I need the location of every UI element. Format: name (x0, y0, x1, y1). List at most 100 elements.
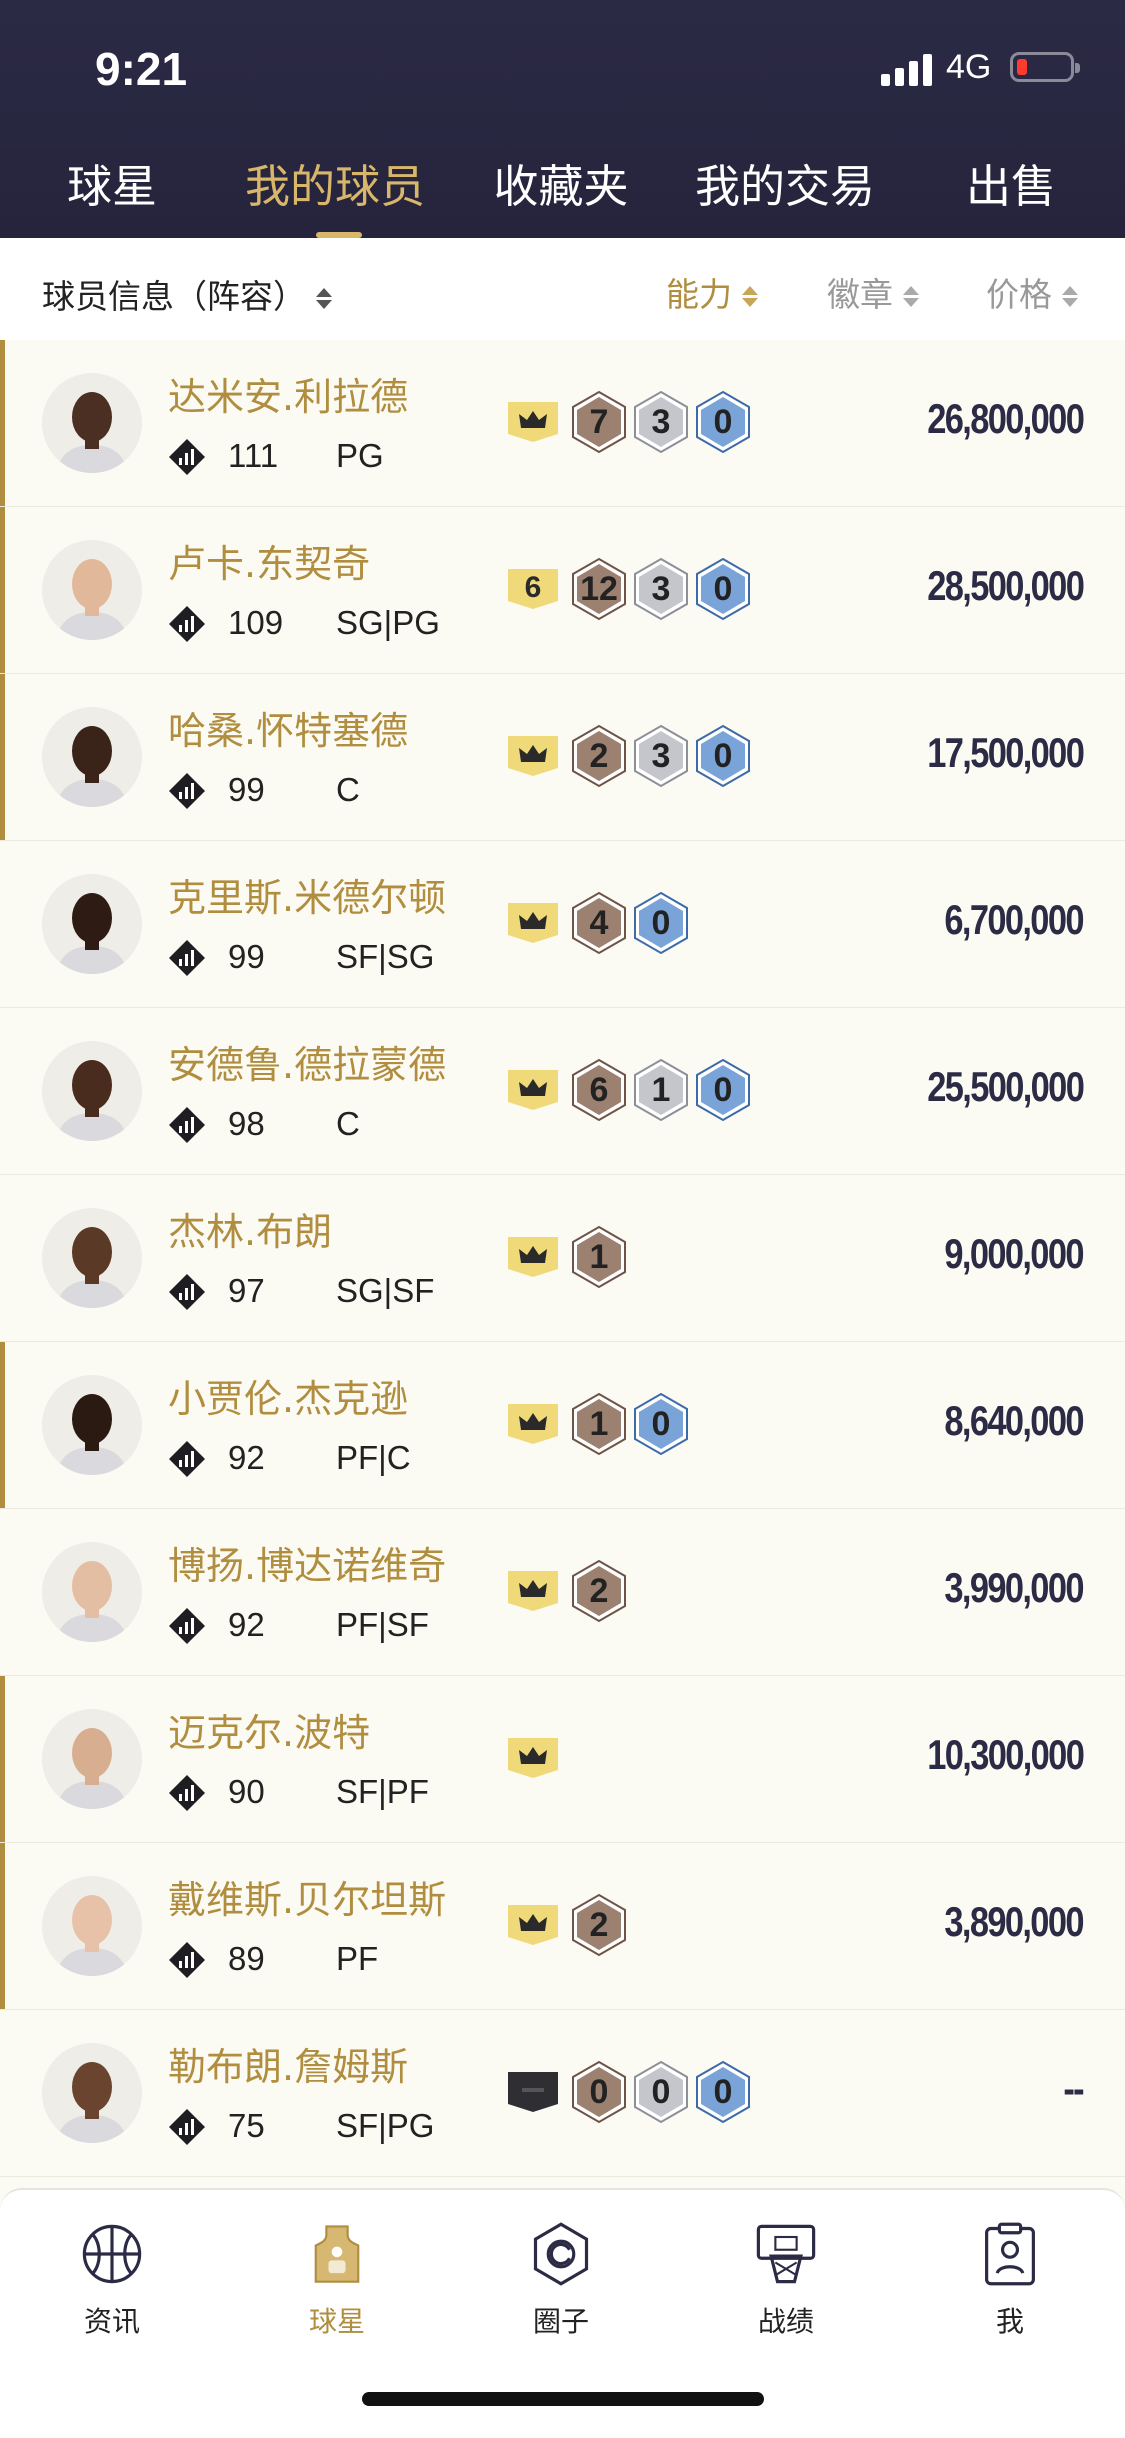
player-row[interactable]: 克里斯.米德尔顿 99 SF|SG 4 0 6,700,000 (0, 841, 1125, 1008)
player-price: 17,500,000 (927, 729, 1085, 776)
row-accent-bar (0, 1676, 5, 1842)
player-name: 迈克尔.波特 (168, 1711, 371, 1755)
player-overall: 97 (228, 1272, 265, 1309)
profile-clipboard-icon (985, 2222, 1035, 2286)
player-overall: 90 (228, 1773, 265, 1810)
player-name: 卢卡.东契奇 (168, 542, 371, 586)
tab-my-players[interactable]: 我的球员 (245, 150, 425, 230)
jersey-icon (314, 2225, 360, 2283)
player-price: 8,640,000 (944, 1397, 1085, 1444)
player-row[interactable]: 杰林.布朗 97 SG|SF 1 9,000,000 (0, 1175, 1125, 1342)
app-header: 9:21 4G 球星 我的球员 收藏夹 我的交易 出售 (0, 0, 1125, 238)
player-row[interactable]: 卢卡.东契奇 109 SG|PG 6 12 3 0 28,500,000 (0, 507, 1125, 674)
player-name: 达米安.利拉德 (168, 375, 409, 419)
badge-count: 0 (589, 2073, 609, 2111)
badge-count: 0 (713, 403, 733, 441)
sort-price[interactable]: 价格 (986, 268, 1078, 316)
crown-icon (508, 1237, 558, 1277)
badge-count: 0 (713, 570, 733, 608)
player-position: SF|PF (336, 1773, 429, 1810)
nav-circle[interactable]: 圈子 (471, 2220, 651, 2340)
basketball-icon (82, 2224, 142, 2284)
nav-me-label: 我 (995, 2305, 1024, 2338)
player-row[interactable]: 小贾伦.杰克逊 92 PF|C 1 0 8,640,000 (0, 1342, 1125, 1509)
signal-icon (881, 52, 933, 86)
player-overall: 109 (228, 604, 284, 641)
player-avatar (42, 2043, 142, 2143)
rating-icon (169, 773, 205, 809)
lineup-filter[interactable]: 球员信息（阵容） (42, 270, 332, 318)
home-indicator (362, 2392, 764, 2406)
player-row[interactable]: 戴维斯.贝尔坦斯 89 PF 2 3,890,000 (0, 1843, 1125, 2010)
player-avatar (42, 1542, 142, 1642)
player-row[interactable]: 勒布朗.詹姆斯 75 SF|PG 0 0 0 -- (0, 2010, 1125, 2177)
badge-count: 2 (589, 1906, 609, 1944)
sort-ability[interactable]: 能力 (666, 268, 758, 316)
player-row[interactable]: 迈克尔.波特 90 SF|PF 10,300,000 (0, 1676, 1125, 1843)
player-price: 25,500,000 (927, 1063, 1085, 1110)
player-avatar (42, 1876, 142, 1976)
tier-value: 6 (524, 571, 542, 604)
nav-stars[interactable]: 球星 (247, 2220, 427, 2340)
player-row[interactable]: 达米安.利拉德 111 PG 7 3 0 26,800,000 (0, 340, 1125, 507)
rating-icon (169, 1942, 205, 1978)
badge-count: 0 (713, 2073, 733, 2111)
battery-icon (1010, 52, 1080, 82)
badge-count: 2 (589, 737, 609, 775)
player-row[interactable]: 博扬.博达诺维奇 92 PF|SF 2 3,990,000 (0, 1509, 1125, 1676)
player-name: 安德鲁.德拉蒙德 (168, 1043, 447, 1087)
badge-count: 7 (589, 403, 609, 441)
rating-icon (169, 1441, 205, 1477)
player-position: SF|SG (336, 938, 435, 975)
player-position: PF|C (336, 1439, 411, 1476)
badge-count: 3 (651, 737, 671, 775)
player-price: 10,300,000 (927, 1731, 1085, 1778)
badge-count: 2 (589, 1572, 609, 1610)
rating-icon (169, 940, 205, 976)
player-avatar (42, 373, 142, 473)
nav-news[interactable]: 资讯 (22, 2220, 202, 2340)
sort-badge[interactable]: 徽章 (827, 268, 919, 316)
nav-me[interactable]: 我 (920, 2220, 1100, 2340)
tab-my-trades[interactable]: 我的交易 (695, 150, 875, 230)
player-avatar (42, 874, 142, 974)
player-overall: 75 (228, 2107, 265, 2144)
player-name: 戴维斯.贝尔坦斯 (168, 1878, 447, 1922)
player-position: C (336, 771, 360, 808)
badge-count: 1 (589, 1238, 609, 1276)
player-position: PG (336, 437, 384, 474)
player-position: SF|PG (336, 2107, 435, 2144)
tab-stars[interactable]: 球星 (67, 150, 157, 230)
crown-icon (508, 1070, 558, 1110)
rating-icon (169, 1107, 205, 1143)
circle-hex-icon (533, 2222, 589, 2286)
tier-tag: 6 (506, 567, 560, 611)
lineup-filter-label: 球员信息（阵容） (42, 277, 306, 316)
player-overall: 92 (228, 1439, 265, 1476)
player-row[interactable]: 安德鲁.德拉蒙德 98 C 6 1 0 25,500,000 (0, 1008, 1125, 1175)
tier-tag-dark (508, 2072, 558, 2112)
crown-icon (508, 736, 558, 776)
nav-news-label: 资讯 (83, 2305, 140, 2338)
player-price: 3,890,000 (944, 1898, 1085, 1945)
rating-icon (169, 439, 205, 475)
sort-caret-icon (1062, 286, 1078, 307)
player-avatar (42, 1041, 142, 1141)
crown-icon (508, 903, 558, 943)
hoop-icon (756, 2224, 816, 2284)
badge-count: 1 (589, 1405, 609, 1443)
tab-sell[interactable]: 出售 (966, 150, 1056, 230)
player-overall: 99 (228, 771, 265, 808)
nav-record[interactable]: 战绩 (696, 2220, 876, 2340)
sort-badge-label: 徽章 (827, 275, 893, 314)
player-avatar (42, 1709, 142, 1809)
player-position: PF (336, 1940, 379, 1977)
player-overall: 98 (228, 1105, 265, 1142)
badge-count: 0 (651, 2073, 671, 2111)
player-avatar (42, 540, 142, 640)
player-row[interactable]: 哈桑.怀特塞德 99 C 2 3 0 17,500,000 (0, 674, 1125, 841)
crown-icon (508, 1404, 558, 1444)
row-accent-bar (0, 507, 5, 673)
crown-icon (508, 402, 558, 442)
tab-favorites[interactable]: 收藏夹 (493, 150, 628, 230)
